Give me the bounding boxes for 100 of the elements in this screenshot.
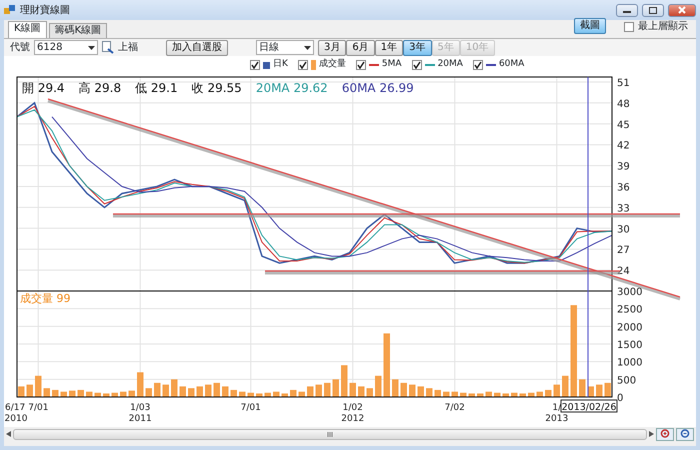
volume-bar: [358, 386, 364, 397]
volume-bar: [103, 393, 110, 397]
checkbox[interactable]: [412, 60, 422, 70]
checkbox[interactable]: [356, 60, 366, 70]
volume-bar: [316, 384, 322, 397]
volume-bar: [528, 392, 534, 397]
grip-icon: [326, 432, 334, 436]
series-swatch-icon: [263, 62, 270, 68]
axis-label: 51: [617, 78, 630, 90]
volume-bar: [256, 393, 262, 397]
volume-bar: [554, 384, 560, 397]
scroll-left-icon: [6, 431, 11, 437]
checkbox[interactable]: [472, 60, 483, 70]
close-button[interactable]: [668, 4, 696, 16]
axis-label: 36: [617, 182, 630, 194]
check-icon: [356, 61, 365, 69]
stock-name: 上福: [118, 40, 138, 55]
window-title: 理財寶線圖: [20, 4, 70, 18]
range-button[interactable]: 6月: [346, 40, 375, 56]
zoom-in-icon: [660, 429, 670, 439]
add-watchlist-button[interactable]: 加入自選股: [166, 40, 228, 56]
axis-label: 1/: [552, 403, 562, 413]
axis-label: 7/02: [444, 403, 465, 413]
volume-bar: [248, 392, 254, 397]
screenshot-button[interactable]: 截圖: [574, 18, 606, 34]
axis-label: 7/01: [28, 403, 48, 413]
dropdown-icon: [88, 46, 95, 50]
maximize-icon: [649, 6, 657, 14]
zoom-in-button[interactable]: [656, 428, 674, 440]
axis-label: 1500: [617, 340, 642, 351]
axis-label: 2500: [617, 304, 642, 316]
axis-label: 45: [617, 120, 630, 131]
volume-bar: [520, 393, 526, 397]
volume-bar: [443, 392, 450, 397]
series-swatch-icon: [310, 60, 316, 70]
volume-bar: [409, 384, 416, 397]
scrollbar-thumb[interactable]: [13, 428, 647, 440]
axis-label: 24: [617, 266, 630, 278]
trend-line[interactable]: [113, 213, 680, 218]
checkbox[interactable]: [624, 22, 634, 32]
quote-value: 60MA 26.99: [342, 81, 414, 95]
axis-label: 42: [617, 140, 630, 152]
quote-value: 開 29.4: [22, 81, 65, 95]
volume-bar: [180, 386, 186, 397]
volume-bar: [86, 392, 92, 397]
axis-label: 3000: [617, 287, 642, 298]
quote-value: 20MA 29.62: [256, 81, 328, 95]
axis-label: 1/03: [130, 403, 150, 413]
checkbox[interactable]: [250, 60, 260, 70]
zoom-out-button[interactable]: [676, 428, 694, 440]
scroll-right-icon: [649, 431, 654, 437]
volume-bar: [562, 376, 568, 397]
axis-label: 7/01: [240, 403, 261, 413]
check-icon: [298, 61, 307, 69]
volume-bar: [18, 386, 24, 397]
volume-bar: [307, 386, 314, 397]
code-label: 代號: [10, 40, 30, 55]
range-button[interactable]: 3月: [318, 40, 346, 56]
axis-label: 27: [617, 245, 630, 256]
volume-bar: [392, 379, 398, 397]
year-label: 2010: [4, 414, 28, 424]
year-label: 2011: [128, 414, 152, 424]
checkbox-label: 最上層顯示: [638, 20, 688, 34]
volume-label: 成交量 99: [20, 292, 70, 305]
volume-bar: [596, 384, 602, 397]
volume-bar: [494, 392, 500, 397]
range-button[interactable]: 1年: [374, 40, 404, 56]
code-dropdown[interactable]: 6128: [34, 40, 98, 55]
volume-bar: [452, 392, 458, 397]
axis-label: 1000: [617, 358, 642, 369]
axis-label: 500: [617, 375, 636, 386]
volume-bar: [60, 392, 67, 397]
tab[interactable]: 籌碼K線圖: [48, 23, 108, 38]
range-button[interactable]: 3年: [403, 40, 432, 56]
volume-bar: [502, 393, 509, 397]
axis-label: 33: [617, 203, 630, 214]
volume-bar: [536, 392, 543, 397]
volume-bar: [94, 392, 101, 397]
minimize-button[interactable]: [616, 4, 638, 16]
legend-label: 20MA: [438, 58, 463, 72]
volume-bar: [26, 384, 33, 397]
period-dropdown[interactable]: 日線: [256, 40, 314, 55]
tab[interactable]: K線圖: [8, 21, 47, 38]
volume-bar: [44, 388, 50, 397]
volume-bar: [468, 393, 475, 397]
checkbox[interactable]: [298, 60, 308, 70]
volume-bar: [35, 376, 42, 397]
volume-bar: [332, 379, 339, 397]
volume-bar: [146, 388, 152, 397]
axis-label: 48: [617, 98, 630, 110]
dropdown-icon: [304, 46, 311, 50]
app-icon: [4, 4, 16, 16]
volume-bar: [120, 392, 126, 397]
volume-bar: [418, 386, 424, 397]
zoom-out-icon: [680, 429, 690, 439]
volume-bar: [137, 372, 144, 397]
volume-bar: [460, 392, 466, 397]
legend-label: 60MA: [498, 58, 524, 72]
maximize-button[interactable]: [642, 4, 664, 16]
volume-bar: [426, 388, 432, 397]
